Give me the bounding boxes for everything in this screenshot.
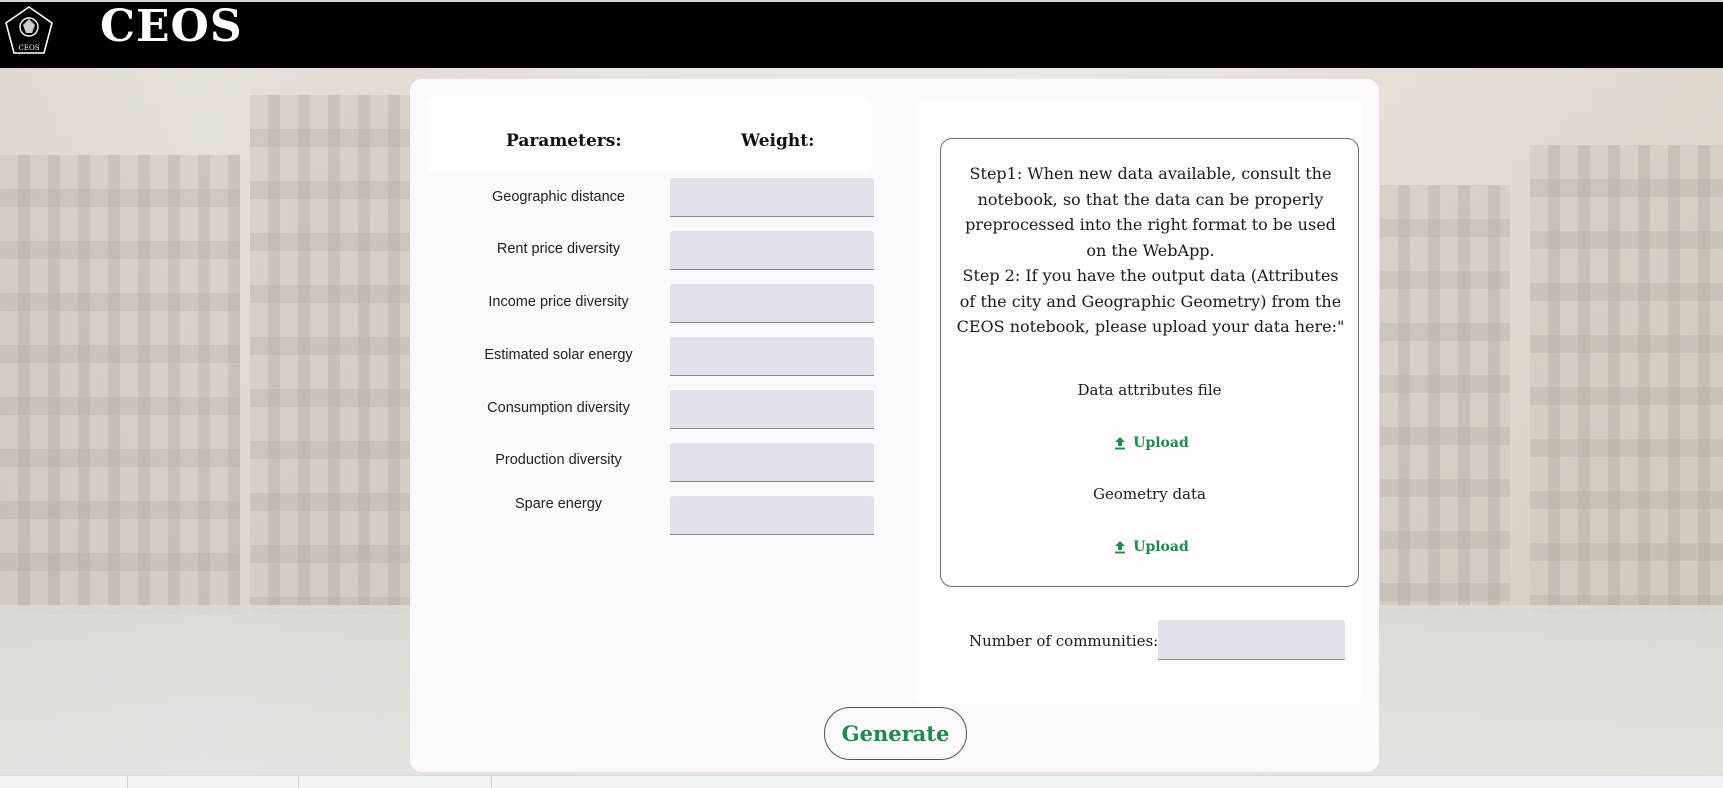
param-label: Estimated solar energy bbox=[484, 347, 633, 363]
param-row-estimated-solar-energy: Estimated solar energy bbox=[410, 337, 890, 377]
upload-panel: Step1: When new data available, consult … bbox=[915, 100, 1361, 704]
upload-instructions-box: Step1: When new data available, consult … bbox=[940, 138, 1359, 587]
weight-input-rent-price-diversity[interactable] bbox=[670, 231, 874, 270]
strip-tab[interactable] bbox=[0, 776, 128, 788]
upload-label: Upload bbox=[1133, 539, 1189, 555]
param-row-consumption-diversity: Consumption diversity bbox=[410, 390, 890, 430]
weight-input-geographic-distance[interactable] bbox=[670, 178, 874, 217]
weight-input-spare-energy[interactable] bbox=[670, 496, 874, 535]
param-row-rent-price-diversity: Rent price diversity bbox=[410, 231, 890, 271]
param-row-spare-energy: Spare energy bbox=[410, 496, 890, 536]
param-label: Rent price diversity bbox=[496, 241, 621, 257]
weight-input-consumption-diversity[interactable] bbox=[670, 390, 874, 429]
param-label: Geographic distance bbox=[492, 189, 625, 205]
weight-input-income-price-diversity[interactable] bbox=[670, 284, 874, 323]
strip-tab[interactable] bbox=[128, 776, 299, 788]
ceos-logo-icon: CEOS bbox=[5, 6, 53, 54]
weight-input-production-diversity[interactable] bbox=[670, 443, 874, 482]
param-row-geographic-distance: Geographic distance bbox=[410, 178, 890, 218]
param-row-production-diversity: Production diversity bbox=[410, 443, 890, 483]
param-row-income-price-diversity: Income price diversity bbox=[410, 284, 890, 324]
svg-text:CEOS: CEOS bbox=[19, 44, 40, 52]
upload-icon bbox=[1115, 541, 1126, 554]
generate-button[interactable]: Generate bbox=[824, 707, 967, 760]
strip-tab[interactable] bbox=[299, 776, 492, 788]
upload-geometry-button[interactable]: Upload bbox=[1111, 536, 1191, 558]
upload-icon bbox=[1115, 437, 1126, 450]
geometry-file-label: Geometry data bbox=[1093, 485, 1206, 503]
attributes-file-label: Data attributes file bbox=[1077, 381, 1222, 399]
parameters-header: Parameters: Weight: bbox=[426, 97, 871, 171]
bottom-taskbar-strip bbox=[0, 775, 1723, 788]
param-label: Income price diversity bbox=[488, 294, 629, 310]
weight-column-header: Weight: bbox=[741, 131, 815, 151]
upload-attributes-button[interactable]: Upload bbox=[1111, 432, 1191, 454]
param-label: Consumption diversity bbox=[487, 400, 630, 416]
communities-input[interactable] bbox=[1158, 620, 1345, 660]
top-header-bar: CEOS CEOS bbox=[0, 1, 1723, 68]
param-label: Production diversity bbox=[495, 452, 622, 468]
parameters-column-header: Parameters: bbox=[506, 131, 622, 151]
weight-input-estimated-solar-energy[interactable] bbox=[670, 337, 874, 376]
main-form-card: Parameters: Weight: Geographic distance … bbox=[410, 79, 1379, 772]
upload-label: Upload bbox=[1133, 435, 1189, 451]
upload-instructions-text: Step1: When new data available, consult … bbox=[956, 164, 1345, 336]
brand-title: CEOS bbox=[100, 1, 243, 52]
param-label: Spare energy bbox=[514, 496, 603, 512]
communities-label: Number of communities: bbox=[969, 632, 1159, 650]
